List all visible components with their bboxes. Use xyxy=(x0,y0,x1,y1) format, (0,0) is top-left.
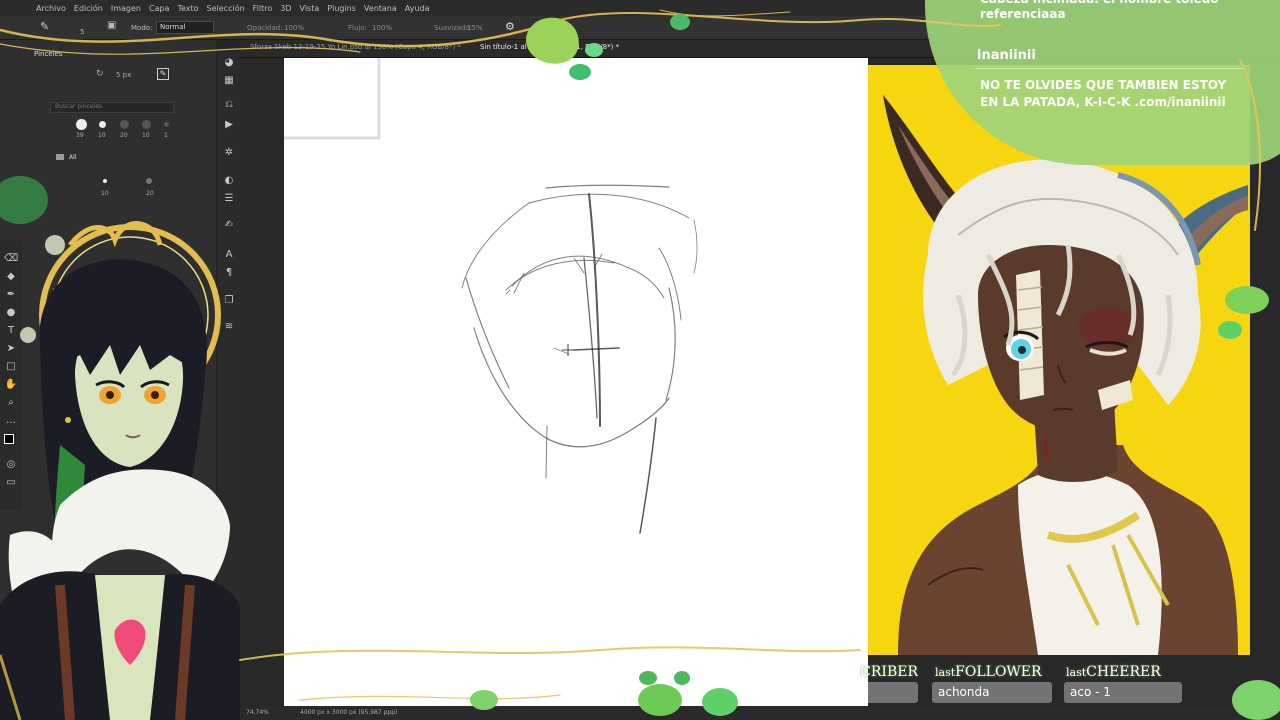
avatar-illustration xyxy=(0,221,240,720)
brush-size-row: ↻ 5 px ✎ xyxy=(34,68,204,84)
document-size: 4000 px x 3000 px (95,987 ppp) xyxy=(300,709,398,716)
vtuber-avatar xyxy=(0,205,240,720)
chat-previous-message: Cabeza inclinada. el nombre toledo refer… xyxy=(980,0,1219,21)
menu-capa[interactable]: Capa xyxy=(149,4,169,13)
chat-divider xyxy=(975,68,1245,69)
preset-brush-2[interactable] xyxy=(99,121,106,128)
stat-label-follower: lastFOLLOWER xyxy=(935,664,1042,680)
smoothing-value[interactable]: 15% xyxy=(467,24,483,32)
drawing-canvas[interactable] xyxy=(282,56,868,706)
menu-texto[interactable]: Texto xyxy=(177,4,198,13)
flow-value[interactable]: 100% xyxy=(372,24,392,32)
stat-label-cheerer: lastCHEERER xyxy=(1066,664,1161,680)
menu-vista[interactable]: Vista xyxy=(300,4,320,13)
zoom-level[interactable]: 74,74% xyxy=(246,709,269,716)
flow-label: Flujo: xyxy=(348,24,367,32)
chat-message: NO TE OLVIDES QUE TAMBIEN ESTOY EN LA PA… xyxy=(980,78,1227,109)
brush-edit-icon[interactable]: ✎ xyxy=(157,68,169,80)
stat-value-follower: achonda xyxy=(932,682,1052,703)
brush-folder-all[interactable]: All xyxy=(56,154,76,161)
preset-brush-1[interactable] xyxy=(76,119,87,130)
mode-label: Modo: xyxy=(131,24,153,32)
color-panel-icon[interactable]: ◕ xyxy=(222,56,236,70)
stat-value-subscriber: nis xyxy=(802,682,918,703)
stream-screen: Archivo Edición Imagen Capa Texto Selecc… xyxy=(0,0,1280,720)
opacity-value[interactable]: 100% xyxy=(284,24,304,32)
sub-brush-size-2: 20 xyxy=(146,190,154,197)
actions-play-icon[interactable]: ▶ xyxy=(222,118,236,132)
head-sketch xyxy=(282,56,698,534)
menu-archivo[interactable]: Archivo xyxy=(36,4,66,13)
menu-seleccion[interactable]: Selección xyxy=(207,4,245,13)
brushes-panel-title: Pinceles xyxy=(34,50,63,58)
chat-username: inaniinii xyxy=(977,48,1036,63)
properties-panel-icon[interactable]: ☰ xyxy=(222,192,236,206)
preset-brush-4[interactable] xyxy=(142,120,151,129)
brush-size-value[interactable]: 5 xyxy=(80,28,84,36)
brush-search-input[interactable]: Buscar pinceles xyxy=(50,102,174,113)
reset-icon[interactable]: ↻ xyxy=(96,69,104,79)
tab-sin-titulo[interactable]: Sin título-1 al 74,7% (Capa 1, RGB/8*) * xyxy=(480,43,619,51)
menu-plugins[interactable]: Plugins xyxy=(327,4,356,13)
swatches-panel-icon[interactable]: ▦ xyxy=(222,74,236,88)
menu-imagen[interactable]: Imagen xyxy=(111,4,141,13)
status-bar: 74,74% 4000 px x 3000 px (95,987 ppp) xyxy=(240,706,1280,720)
opacity-label: Opacidad: xyxy=(247,24,283,32)
preset-brush-3[interactable] xyxy=(120,120,129,129)
menu-edicion[interactable]: Edición xyxy=(74,4,103,13)
brush-settings-panel-icon[interactable]: ✲ xyxy=(222,146,236,160)
gear-icon[interactable]: ⚙ xyxy=(505,20,515,33)
sub-brush-2[interactable] xyxy=(146,178,152,184)
stat-label-subscriber: SUBSCRIBER xyxy=(860,664,918,680)
stat-value-cheerer: aco - 1 xyxy=(1064,682,1182,703)
sub-brush-1[interactable] xyxy=(103,179,107,183)
cursor-crosshair xyxy=(562,344,574,356)
menu-ayuda[interactable]: Ayuda xyxy=(405,4,430,13)
preset-size-3: 20 xyxy=(120,132,128,139)
tab-sforza-skeb[interactable]: Sforza Skeb 13-19-25 Yo Lin.psd al 150% … xyxy=(250,43,461,51)
brush-tool-icon[interactable]: ✎ xyxy=(40,20,49,33)
preset-brush-5[interactable] xyxy=(164,122,169,127)
mode-select[interactable]: Normal xyxy=(156,21,214,34)
history-panel-icon[interactable]: ⎌ xyxy=(222,98,236,112)
sub-brush-size-1: 10 xyxy=(101,190,109,197)
menu-filtro[interactable]: Filtro xyxy=(253,4,273,13)
brush-size-field[interactable]: 5 px xyxy=(116,71,131,79)
preset-size-2: 10 xyxy=(98,132,106,139)
preset-size-5: 1 xyxy=(164,132,168,139)
adjustments-panel-icon[interactable]: ◐ xyxy=(222,174,236,188)
preset-size-1: 39 xyxy=(76,132,84,139)
brush-settings-icon[interactable]: ▣ xyxy=(107,20,116,31)
brush-presets: 39 10 20 10 1 xyxy=(50,118,190,139)
menu-3d[interactable]: 3D xyxy=(280,4,291,13)
menu-ventana[interactable]: Ventana xyxy=(364,4,397,13)
preset-size-4: 10 xyxy=(142,132,150,139)
